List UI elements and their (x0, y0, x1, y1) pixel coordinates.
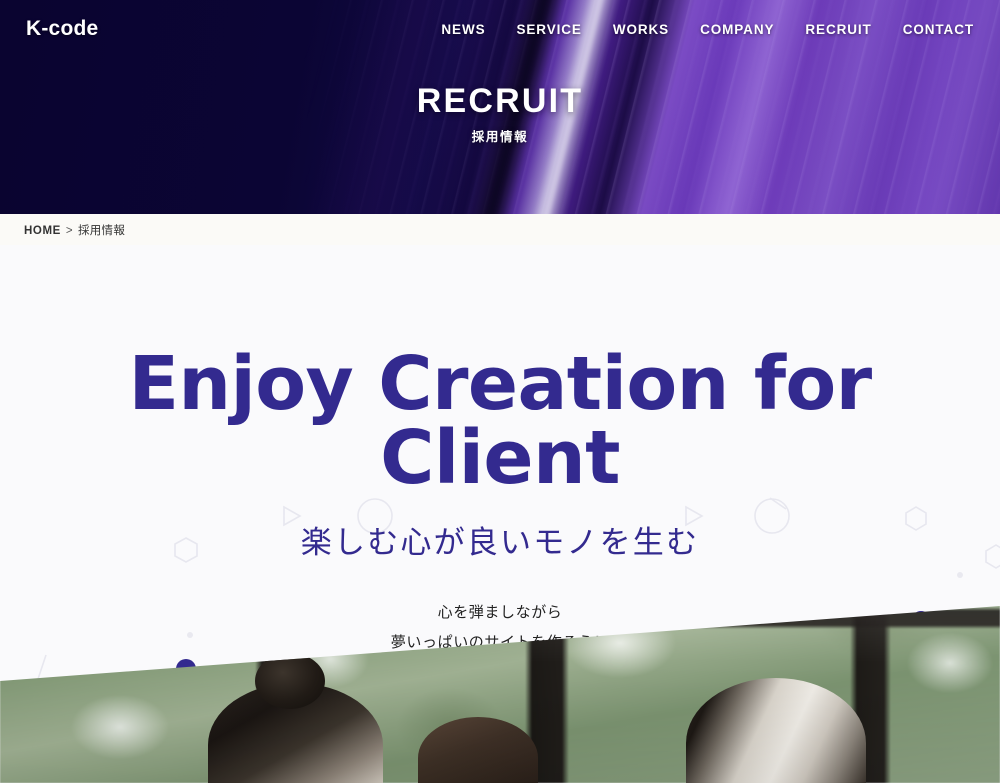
main-content: Enjoy Creation for Client 楽しむ心が良いモノを生む 心… (0, 245, 1000, 783)
breadcrumb: HOME > 採用情報 (0, 222, 125, 238)
main-navigation: K-code NEWS SERVICE WORKS COMPANY RECRUI… (0, 0, 1000, 58)
nav-item-service[interactable]: SERVICE (517, 22, 582, 37)
site-logo[interactable]: K-code (26, 17, 98, 41)
nav-list: NEWS SERVICE WORKS COMPANY RECRUIT CONTA… (441, 22, 974, 37)
nav-item-recruit[interactable]: RECRUIT (805, 22, 871, 37)
page-root: K-code NEWS SERVICE WORKS COMPANY RECRUI… (0, 0, 1000, 783)
hero-title: RECRUIT (416, 82, 584, 120)
nav-item-contact[interactable]: CONTACT (903, 22, 974, 37)
nav-item-works[interactable]: WORKS (613, 22, 669, 37)
hero-title-block: RECRUIT 採用情報 (0, 82, 1000, 145)
breadcrumb-current: 採用情報 (77, 224, 126, 237)
breadcrumb-separator: > (65, 224, 73, 237)
breadcrumb-bar: HOME > 採用情報 (0, 214, 1000, 245)
site-header: K-code NEWS SERVICE WORKS COMPANY RECRUI… (0, 0, 1000, 214)
page-headline-jp: 楽しむ心が良いモノを生む (300, 525, 700, 560)
hero-subtitle: 採用情報 (471, 129, 529, 144)
nav-item-news[interactable]: NEWS (441, 22, 485, 37)
nav-item-company[interactable]: COMPANY (700, 22, 774, 37)
breadcrumb-home-link[interactable]: HOME (24, 225, 61, 237)
page-headline-en: Enjoy Creation for Client (128, 341, 872, 501)
